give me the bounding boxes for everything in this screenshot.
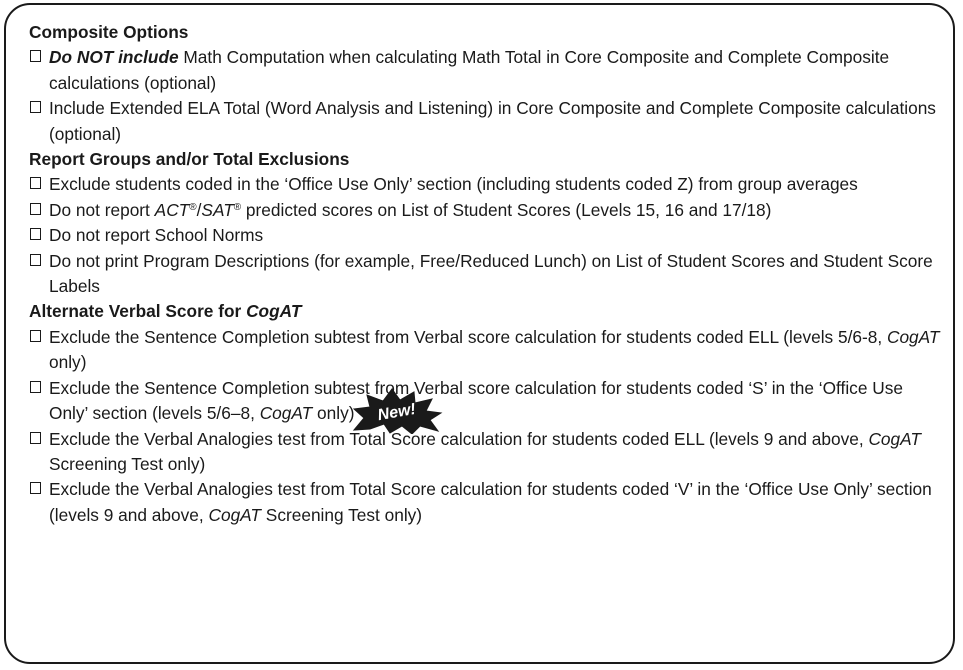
- checkbox[interactable]: [30, 177, 41, 190]
- option-label-b: Screening Test only): [261, 504, 423, 525]
- option-label-post: predicted scores on List of Student Scor…: [241, 199, 772, 220]
- option-no-program-descriptions[interactable]: Do not print Program Descriptions (for e…: [29, 249, 944, 300]
- option-exclude-sentence-completion-ell[interactable]: Exclude the Sentence Completion subtest …: [29, 325, 944, 376]
- checkbox[interactable]: [30, 228, 41, 241]
- checkbox[interactable]: [30, 431, 41, 444]
- option-exclude-office-use-students[interactable]: Exclude students coded in the ‘Office Us…: [29, 172, 944, 197]
- cogat-text: CogAT: [886, 326, 940, 347]
- option-label-a: Exclude the Verbal Analogies test from T…: [49, 428, 869, 449]
- option-exclude-verbal-analogies-v[interactable]: Exclude the Verbal Analogies test from T…: [29, 477, 944, 528]
- heading-text: Alternate Verbal Score for: [29, 301, 247, 322]
- checkbox[interactable]: [30, 202, 41, 215]
- option-label: Do not print Program Descriptions (for e…: [49, 250, 933, 297]
- option-label: Include Extended ELA Total (Word Analysi…: [49, 98, 936, 144]
- checkbox[interactable]: [30, 380, 41, 393]
- section-heading-composite-options: Composite Options: [29, 22, 189, 42]
- checkbox[interactable]: [30, 50, 41, 63]
- checkbox[interactable]: [30, 101, 41, 114]
- checkbox[interactable]: [30, 253, 41, 266]
- section-heading-alternate-verbal: Alternate Verbal Score for CogAT: [29, 299, 944, 324]
- new-burst-icon: New!: [352, 388, 443, 434]
- option-label-a: Exclude the Sentence Completion subtest …: [49, 377, 903, 424]
- checkbox[interactable]: [30, 329, 41, 342]
- option-label-pre: Do not report: [49, 199, 155, 220]
- option-exclude-math-computation[interactable]: Do NOT include Math Computation when cal…: [29, 45, 944, 96]
- cogat-text: CogAT: [208, 504, 261, 525]
- cogat-text: CogAT: [259, 403, 313, 424]
- heading-cogat: CogAT: [246, 301, 302, 322]
- new-badge: New!: [350, 388, 444, 434]
- option-label-b: Screening Test only): [49, 453, 206, 474]
- section-heading-report-groups: Report Groups and/or Total Exclusions: [29, 149, 350, 170]
- option-no-act-sat-scores[interactable]: Do not report ACT®/SAT® predicted scores…: [29, 198, 944, 223]
- option-emphasis: Do NOT include: [49, 47, 179, 68]
- option-label-a: Exclude the Verbal Analogies test from T…: [49, 479, 932, 525]
- checkbox[interactable]: [30, 482, 41, 495]
- option-label-a: Exclude the Sentence Completion subtest …: [49, 326, 887, 347]
- sat-text: SAT: [201, 199, 234, 220]
- option-label-b: only): [49, 352, 87, 373]
- option-label-b: only): [312, 403, 355, 424]
- option-label: Exclude students coded in the ‘Office Us…: [49, 174, 858, 195]
- option-no-school-norms[interactable]: Do not report School Norms: [29, 223, 944, 248]
- cogat-text: CogAT: [868, 428, 921, 449]
- option-include-extended-ela[interactable]: Include Extended ELA Total (Word Analysi…: [29, 96, 944, 147]
- option-exclude-sentence-completion-s[interactable]: Exclude the Sentence Completion subtest …: [29, 376, 944, 427]
- act-text: ACT: [154, 199, 190, 220]
- registered-mark: ®: [189, 201, 197, 213]
- option-label: Do not report School Norms: [49, 225, 264, 246]
- options-content: Composite Options Do NOT include Math Co…: [29, 20, 944, 528]
- option-exclude-verbal-analogies-ell[interactable]: Exclude the Verbal Analogies test from T…: [29, 427, 944, 478]
